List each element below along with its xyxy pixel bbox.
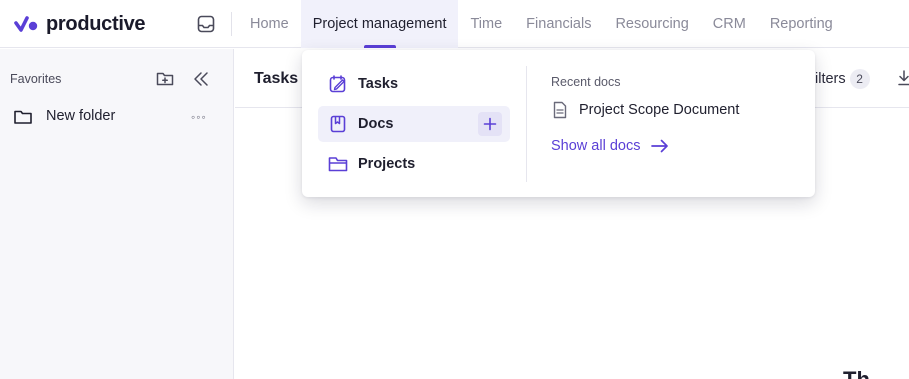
nav-item-crm[interactable]: CRM xyxy=(701,0,758,48)
download-icon[interactable] xyxy=(897,69,909,87)
app-logo[interactable]: productive xyxy=(14,12,146,36)
docs-icon xyxy=(328,114,348,134)
filters-label: ilters xyxy=(815,71,846,87)
filters-count-badge: 2 xyxy=(849,69,870,89)
plus-icon[interactable] xyxy=(478,112,502,136)
tasks-icon xyxy=(328,74,348,94)
app-logo-text: productive xyxy=(46,12,146,35)
recent-doc-title: Project Scope Document xyxy=(579,102,740,118)
partial-heading-text: Th xyxy=(843,367,870,379)
double-chevron-left-icon[interactable] xyxy=(191,69,211,89)
folder-name: New folder xyxy=(46,108,116,124)
nav-divider xyxy=(231,12,232,36)
dropdown-item-label: Projects xyxy=(358,156,416,172)
main-nav: Home Project management Time Financials … xyxy=(238,0,845,48)
show-all-docs-label: Show all docs xyxy=(551,138,641,154)
folder-plus-icon[interactable] xyxy=(155,69,175,89)
dropdown-divider xyxy=(526,66,527,182)
nav-item-time[interactable]: Time xyxy=(458,0,514,48)
nav-item-home[interactable]: Home xyxy=(238,0,301,48)
show-all-docs-link[interactable]: Show all docs xyxy=(551,136,670,156)
nav-item-resourcing[interactable]: Resourcing xyxy=(603,0,700,48)
inbox-icon[interactable] xyxy=(196,14,216,34)
sidebar: Favorites New folder ◦◦◦ xyxy=(0,49,234,379)
top-navigation-bar: productive Home Project management Time … xyxy=(0,0,909,48)
dropdown-item-tasks[interactable]: Tasks xyxy=(318,66,510,102)
filters-button[interactable]: ilters 2 xyxy=(815,69,870,89)
nav-item-financials[interactable]: Financials xyxy=(514,0,603,48)
arrow-right-icon xyxy=(650,138,670,154)
recent-doc-item[interactable]: Project Scope Document xyxy=(551,100,739,120)
favorites-folder-item[interactable]: New folder ◦◦◦ xyxy=(0,105,234,129)
page-title: Tasks xyxy=(254,70,299,87)
recent-docs-heading: Recent docs xyxy=(551,75,621,89)
more-horizontal-icon[interactable]: ◦◦◦ xyxy=(191,110,207,124)
nav-item-reporting[interactable]: Reporting xyxy=(758,0,845,48)
document-icon xyxy=(551,101,569,119)
folder-icon xyxy=(13,108,33,126)
project-management-dropdown: Tasks Docs Projects Recent docs Project … xyxy=(302,50,815,197)
dropdown-item-docs[interactable]: Docs xyxy=(318,106,510,142)
dropdown-item-label: Tasks xyxy=(358,76,399,92)
productive-logo-icon xyxy=(14,16,38,32)
favorites-label: Favorites xyxy=(10,72,62,86)
dropdown-item-projects[interactable]: Projects xyxy=(318,146,510,182)
nav-item-project-management[interactable]: Project management xyxy=(300,0,459,48)
projects-folder-icon xyxy=(328,154,348,174)
dropdown-item-label: Docs xyxy=(358,116,394,132)
